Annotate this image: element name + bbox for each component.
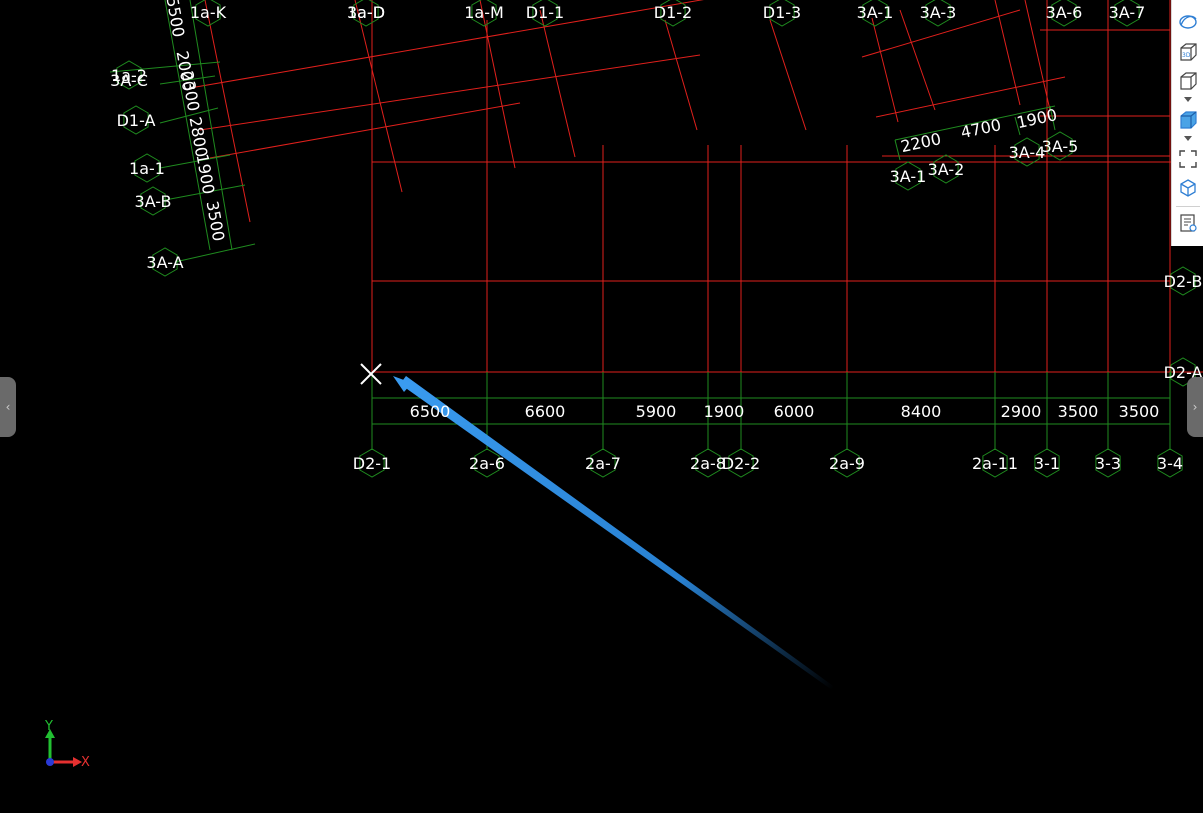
dim-6500: 6500 [410,402,451,421]
axis-label-2a-7: 2a-7 [585,454,621,473]
axis-label-d2-b: D2-B [1164,272,1203,291]
left-panel-toggle[interactable]: ‹ [0,377,16,437]
model-box-icon[interactable] [1175,175,1201,201]
axis-label-3a-d: 3a-D [347,3,385,22]
dim-left-5500: 5500 [163,0,189,39]
axis-label-3a-1-top: 3A-1 [857,3,894,22]
axis-label-2a-11: 2a-11 [972,454,1018,473]
axis-label-2a-9: 2a-9 [829,454,865,473]
axis-label-3a-7: 3A-7 [1109,3,1146,22]
axis-label-3a-b: 3A-B [135,192,172,211]
chevron-left-icon: ‹ [5,400,11,414]
origin-marker[interactable] [360,363,382,385]
dim-1900: 1900 [704,402,745,421]
view-toolbar: 3D [1171,0,1203,246]
axis-label-3-3: 3-3 [1095,454,1121,473]
y-axis-label: Y [45,719,53,734]
drawing-labels: 1a-K 1a-D3a-D 1a-M D1-1 D1-2 D1-3 3A-1 3A-3 3A-6… [110,0,1203,473]
right-panel-toggle[interactable]: › [1187,377,1203,437]
x-axis-label: X [81,755,90,770]
wireframe-cube-icon[interactable] [1175,68,1201,94]
view-3d-icon[interactable]: 3D [1175,39,1201,65]
dim-2900: 2900 [1001,402,1042,421]
shading-dropdown-caret-icon[interactable] [1183,135,1193,143]
axis-label-3a-3: 3A-3 [920,3,957,22]
z-axis-dot-icon [46,758,54,766]
toolbar-separator [1176,206,1200,207]
axis-label-3a-c: 3A-C [110,71,148,90]
axis-label-d1-3: D1-3 [763,3,801,22]
drawing-canvas[interactable]: 1a-K 1a-D3a-D 1a-M D1-1 D1-2 D1-3 3A-1 3A-3 3A-6… [0,0,1203,813]
dim-left-2300: 2300 [178,69,204,112]
dim-6000: 6000 [774,402,815,421]
dim-right-4700: 4700 [959,115,1003,142]
axis-label-d1-a: D1-A [117,111,156,130]
dim-3500-a: 3500 [1058,402,1099,421]
fit-extents-icon[interactable] [1175,146,1201,172]
axis-label-d1-2: D1-2 [654,3,692,22]
axis-label-3-1: 3-1 [1034,454,1060,473]
solid-cube-icon[interactable] [1175,107,1201,133]
grid-lines [189,0,1203,373]
view-dropdown-caret-icon[interactable] [1183,96,1193,104]
axis-label-1a-1: 1a-1 [129,159,165,178]
cad-viewport[interactable]: 1a-K 1a-D 3a-D 1a-M D1-1 D1-2 D1-3 3A-1 3A-3 3A-6… [0,0,1203,813]
chevron-right-icon: › [1192,400,1198,414]
axis-label-1a-k: 1a-K [190,3,227,22]
axis-label-3-4: 3-4 [1157,454,1183,473]
pointer-arrow [393,376,836,690]
axis-label-d1-1: D1-1 [526,3,564,22]
axis-label-d2-1: D2-1 [353,454,391,473]
dim-6600: 6600 [525,402,566,421]
axis-label-d2-2: D2-2 [722,454,760,473]
axis-indicator: Y X [30,715,100,775]
axis-label-3a-2: 3A-2 [928,160,965,179]
axis-label-2a-6: 2a-6 [469,454,505,473]
axis-label-3a-5: 3A-5 [1042,137,1079,156]
dim-5900: 5900 [636,402,677,421]
dim-right-2200: 2200 [899,129,943,156]
dim-left-1900: 1900 [193,152,219,195]
axis-label-1a-m: 1a-M [464,3,504,22]
properties-panel-icon[interactable] [1175,210,1201,236]
orbit-view-icon[interactable] [1175,9,1201,35]
dim-3500-b: 3500 [1119,402,1160,421]
view-3d-badge: 3D [1182,52,1191,59]
axis-label-3a-6: 3A-6 [1046,3,1083,22]
dim-8400: 8400 [901,402,942,421]
axis-label-2a-8: 2a-8 [690,454,726,473]
axis-label-3a-a: 3A-A [146,253,183,272]
axis-label-3a-1-right: 3A-1 [890,167,927,186]
dim-right-1900: 1900 [1015,105,1059,132]
axis-label-3a-4: 3A-4 [1009,143,1046,162]
